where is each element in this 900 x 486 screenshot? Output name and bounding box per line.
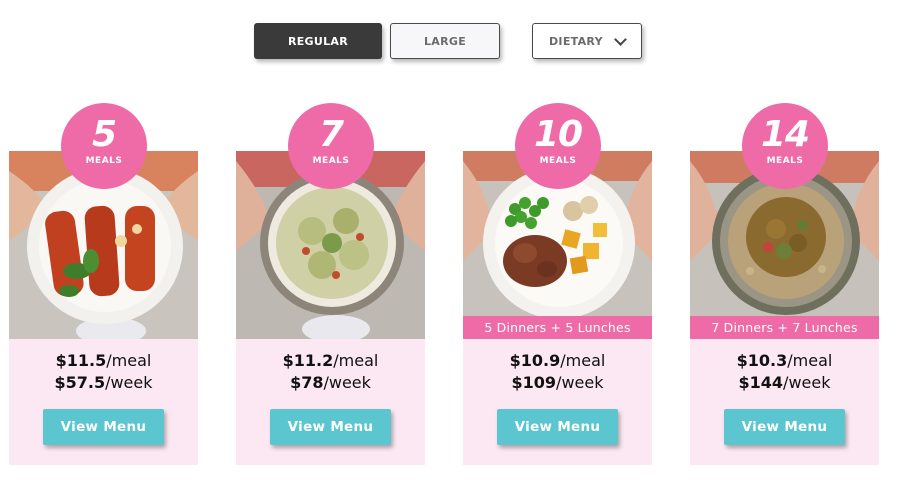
meal-count-badge: 14 MEALS [742, 103, 828, 189]
view-menu-button[interactable]: View Menu [270, 409, 391, 445]
view-menu-button[interactable]: View Menu [497, 409, 618, 445]
view-menu-button[interactable]: View Menu [43, 409, 164, 445]
price-per-week: $57.5/week [54, 373, 153, 392]
dietary-label: DIETARY [549, 34, 603, 48]
regular-size-toggle[interactable]: REGULAR [254, 23, 382, 59]
meal-count-badge: 5 MEALS [61, 103, 147, 189]
price-per-week: $78/week [290, 373, 371, 392]
price-per-meal: $10.9/meal [509, 351, 606, 370]
plan-card-7: $11.2/meal $78/week View Menu 7 MEALS [236, 103, 425, 465]
plan-breakdown-banner: 7 Dinners + 7 Lunches [690, 316, 879, 339]
plan-card-10: 5 Dinners + 5 Lunches $10.9/meal $109/we… [463, 103, 652, 465]
chevron-down-icon [614, 33, 627, 46]
plan-breakdown-banner: 5 Dinners + 5 Lunches [463, 316, 652, 339]
plan-card-5: $11.5/meal $57.5/week View Menu 5 MEALS [9, 103, 198, 465]
meal-count-badge: 7 MEALS [288, 103, 374, 189]
plan-card-14: 7 Dinners + 7 Lunches $10.3/meal $144/we… [690, 103, 879, 465]
price-per-week: $109/week [511, 373, 604, 392]
price-per-meal: $10.3/meal [736, 351, 833, 370]
price-per-meal: $11.2/meal [282, 351, 379, 370]
price-per-meal: $11.5/meal [55, 351, 152, 370]
dietary-dropdown[interactable]: DIETARY [532, 23, 642, 59]
large-size-toggle[interactable]: LARGE [390, 23, 500, 59]
price-per-week: $144/week [738, 373, 831, 392]
meal-count-badge: 10 MEALS [515, 103, 601, 189]
view-menu-button[interactable]: View Menu [724, 409, 845, 445]
